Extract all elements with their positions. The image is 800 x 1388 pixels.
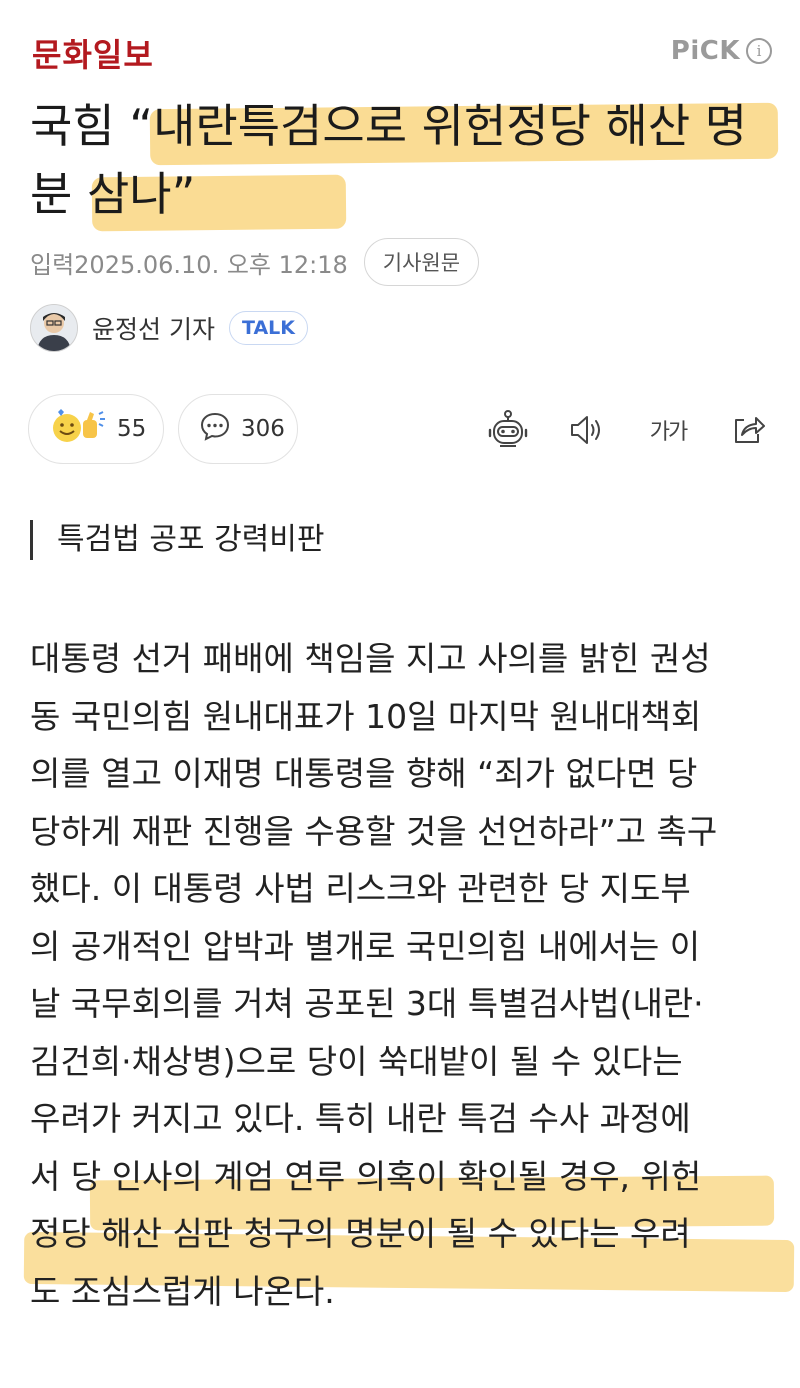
comment-button[interactable]: 306 <box>178 394 298 464</box>
emoji-reaction-icon <box>49 406 107 452</box>
body-line: 서 당 인사의 계엄 연루 의혹이 확인될 경우, 위헌 <box>30 1156 702 1196</box>
share-icon[interactable] <box>726 408 770 452</box>
comment-icon <box>199 411 231 447</box>
body-line: 당하게 재판 진행을 수용할 것을 선언하라”고 촉구 <box>30 811 718 851</box>
top-bar: 문화일보 PiCK i <box>0 0 800 90</box>
info-icon[interactable]: i <box>746 38 772 64</box>
font-size-label: 가가 <box>649 420 689 445</box>
body-line: 대통령 선거 패배에 책임을 지고 사의를 밝힌 권성 <box>30 639 711 678</box>
press-logo[interactable]: 문화일보 <box>32 30 154 76</box>
original-article-button[interactable]: 기사원문 <box>363 238 480 286</box>
body-line: 의 공개적인 압박과 별개로 국민의힘 내에서는 이 <box>30 926 701 966</box>
speaker-icon[interactable] <box>564 408 608 452</box>
font-size-icon[interactable]: 가가 <box>640 408 696 452</box>
reporter-info[interactable]: 윤정선 기자 TALK <box>30 304 308 352</box>
body-line: 김건희·채상병)으로 당이 쑥대밭이 될 수 있다는 <box>30 1041 683 1081</box>
body-line: 했다. 이 대통령 사법 리스크와 관련한 당 지도부 <box>30 869 691 908</box>
article-meta: 입력2025.06.10. 오후 12:18 기사원문 <box>30 238 480 286</box>
robot-summary-icon[interactable] <box>486 408 530 452</box>
reporter-avatar[interactable] <box>30 304 78 352</box>
comment-count: 306 <box>241 416 285 442</box>
body-line: 도 조심스럽게 나온다. <box>30 1271 335 1311</box>
pick-label[interactable]: PiCK i <box>671 36 772 66</box>
article-body: 대통령 선거 패배에 책임을 지고 사의를 밝힌 권성 동 국민의힘 원내대표가… <box>30 630 778 1320</box>
reaction-count: 55 <box>117 416 147 442</box>
body-line: 의를 열고 이재명 대통령을 향해 “죄가 없다면 당 <box>30 754 698 793</box>
article-subheading: 특검법 공포 강력비판 <box>30 520 324 560</box>
article-headline: 국힘 “내란특검으로 위헌정당 해산 명분 삼나” <box>30 99 748 221</box>
body-line: 동 국민의힘 원내대표가 10일 마지막 원내대책회 <box>30 696 702 736</box>
reporter-name[interactable]: 윤정선 기자 <box>92 310 215 346</box>
action-row: 55 306 가가 <box>28 394 772 466</box>
body-line: 우려가 커지고 있다. 특히 내란 특검 수사 과정에 <box>30 1099 691 1138</box>
pick-text: PiCK <box>670 36 740 66</box>
talk-badge[interactable]: TALK <box>228 311 308 345</box>
body-line: 날 국무회의를 거쳐 공포된 3대 특별검사법(내란· <box>30 984 704 1023</box>
publish-date: 입력2025.06.10. 오후 12:18 <box>30 250 348 279</box>
reaction-button[interactable]: 55 <box>28 394 164 464</box>
body-line: 정당 해산 심판 청구의 명분이 될 수 있다는 우려 <box>30 1214 691 1253</box>
